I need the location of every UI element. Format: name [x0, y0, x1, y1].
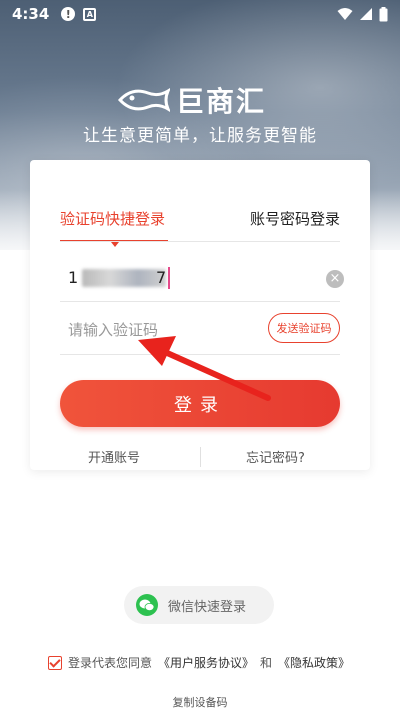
open-account-link[interactable]: 开通账号 — [88, 447, 140, 466]
text-cursor — [168, 267, 170, 289]
wechat-login-button[interactable]: 微信快速登录 — [124, 586, 274, 624]
wechat-login-label: 微信快速登录 — [168, 599, 247, 615]
account-links: 开通账号 忘记密码? — [60, 445, 340, 469]
agreement-and: 和 — [260, 656, 273, 670]
privacy-policy-link[interactable]: 《隐私政策》 — [278, 654, 350, 671]
battery-icon — [379, 6, 388, 21]
active-tab-caret — [111, 242, 119, 247]
phone-field-underline — [60, 301, 340, 302]
phone-field[interactable]: 1 7 × — [60, 258, 345, 298]
status-time: 4:34 — [12, 5, 50, 23]
tab-password-login[interactable]: 账号密码登录 — [250, 208, 340, 229]
wechat-icon — [136, 594, 158, 616]
brand-name: 巨商汇 — [176, 85, 267, 118]
status-bar: 4:34 ! A — [0, 0, 400, 28]
links-separator — [200, 447, 201, 467]
agreement-checkbox[interactable] — [48, 655, 62, 670]
fish-logo-icon — [118, 88, 170, 112]
copy-device-code-link[interactable]: 复制设备码 — [0, 694, 400, 710]
agreement-row: 登录代表您同意 《用户服务协议》 和 《隐私政策》 — [48, 654, 350, 671]
tab-divider — [60, 241, 340, 242]
annotation-arrow — [138, 336, 271, 401]
agreement-prefix: 登录代表您同意 — [68, 656, 153, 670]
signal-icon — [360, 8, 372, 20]
status-right-icons — [337, 6, 388, 22]
phone-value-end: 7 — [156, 268, 168, 287]
a-notification-icon: A — [83, 7, 97, 21]
tab-sms-login[interactable]: 验证码快捷登录 — [60, 208, 165, 229]
status-left-icons: ! A — [61, 7, 97, 21]
phone-value-start: 1 — [68, 268, 80, 287]
wifi-icon — [337, 8, 353, 20]
login-tabs: 验证码快捷登录 账号密码登录 — [60, 200, 340, 247]
clear-icon[interactable]: × — [326, 270, 344, 288]
brand-tagline: 让生意更简单，让服务更智能 — [83, 126, 317, 146]
phone-number-redaction — [82, 269, 166, 287]
user-agreement-link[interactable]: 《用户服务协议》 — [158, 654, 254, 671]
forgot-password-link[interactable]: 忘记密码? — [246, 447, 305, 466]
brand-logo: 巨商汇 — [118, 80, 266, 120]
alert-icon: ! — [61, 7, 76, 21]
